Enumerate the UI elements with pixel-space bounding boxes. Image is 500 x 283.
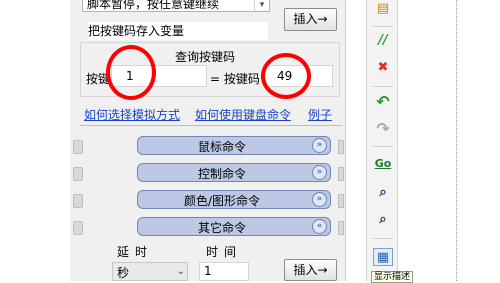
category-other-commands[interactable]: 其它命令 « [137,217,331,236]
separator [80,125,342,126]
category-label: 鼠标命令 [197,140,246,154]
equals-keycode-label: = 按键码 [210,72,260,86]
category-stub-left [73,221,83,235]
editor-boundary [456,0,457,281]
chevron-down-icon[interactable]: ▾ [254,0,269,11]
category-label: 控制命令 [197,167,246,181]
chevron-down-icon[interactable]: » [312,138,327,153]
toolbar-separator [373,26,393,27]
category-stub-right [338,194,344,208]
category-stub-right [338,140,344,154]
category-label: 其它命令 [197,221,246,235]
insert-button-top[interactable]: 插入→ [284,8,337,31]
query-keycode-title: 查询按键码 [175,50,236,64]
category-control-commands[interactable]: 控制命令 » [137,163,331,182]
category-stub-right [338,167,344,181]
splitter-gap [346,0,366,281]
delay-title: 延时 [117,245,154,259]
save-keycode-label: 把按键码存入变量 [88,22,268,40]
insert-button-delay[interactable]: 插入→ [284,259,337,281]
toolbar-separator [373,86,393,87]
find-replace-icon[interactable]: ⌕ [373,211,393,229]
delay-time-input[interactable]: 1 [199,262,249,281]
category-stub-left [73,140,83,154]
pause-command-text: 脚本暂停，按任意键继续 [87,0,220,11]
left-margin [0,0,70,281]
category-color-graphics-commands[interactable]: 颜色/图形命令 » [137,190,331,209]
vertical-toolbar: ▤ // ✖ ↶ ↷ Go ⌕ ⌕ ▦ 显示描述 [366,0,414,283]
annotation-circle-code [261,53,311,99]
chevron-up-icon[interactable]: « [312,219,327,234]
goto-line-icon[interactable]: Go [373,155,393,173]
toolbar-separator [373,146,393,147]
chevron-down-icon[interactable]: » [312,192,327,207]
tooltip-show-description: 显示描述 [371,271,414,283]
category-stub-left [73,194,83,208]
pause-command-combo[interactable]: 脚本暂停，按任意键继续 ▾ [82,0,270,12]
category-stub-right [338,221,344,235]
delay-unit-value: 秒 [117,266,130,280]
link-simulate-mode[interactable]: 如何选择模拟方式 [84,106,180,123]
link-keyboard-command[interactable]: 如何使用键盘命令 [195,106,291,123]
redo-icon[interactable]: ↷ [373,120,393,138]
find-icon[interactable]: ⌕ [373,184,393,202]
category-mouse-commands[interactable]: 鼠标命令 » [137,136,331,155]
category-stub-left [73,167,83,181]
chevron-down-icon[interactable]: » [312,165,327,180]
undo-icon[interactable]: ↶ [373,93,393,111]
chevron-down-icon[interactable]: ⌄ [177,263,185,280]
show-description-icon[interactable]: ▦ [373,248,393,266]
clipboard-icon[interactable]: ▤ [373,0,393,18]
comment-icon[interactable]: // [373,32,393,50]
time-label: 时间 [206,245,243,259]
category-label: 颜色/图形命令 [183,194,261,208]
uncomment-icon[interactable]: ✖ [373,59,393,77]
delay-unit-select[interactable]: 秒 ⌄ [112,262,188,281]
link-example[interactable]: 例子 [308,106,332,123]
annotation-circle-key [106,45,156,100]
toolbar-separator [373,238,393,239]
